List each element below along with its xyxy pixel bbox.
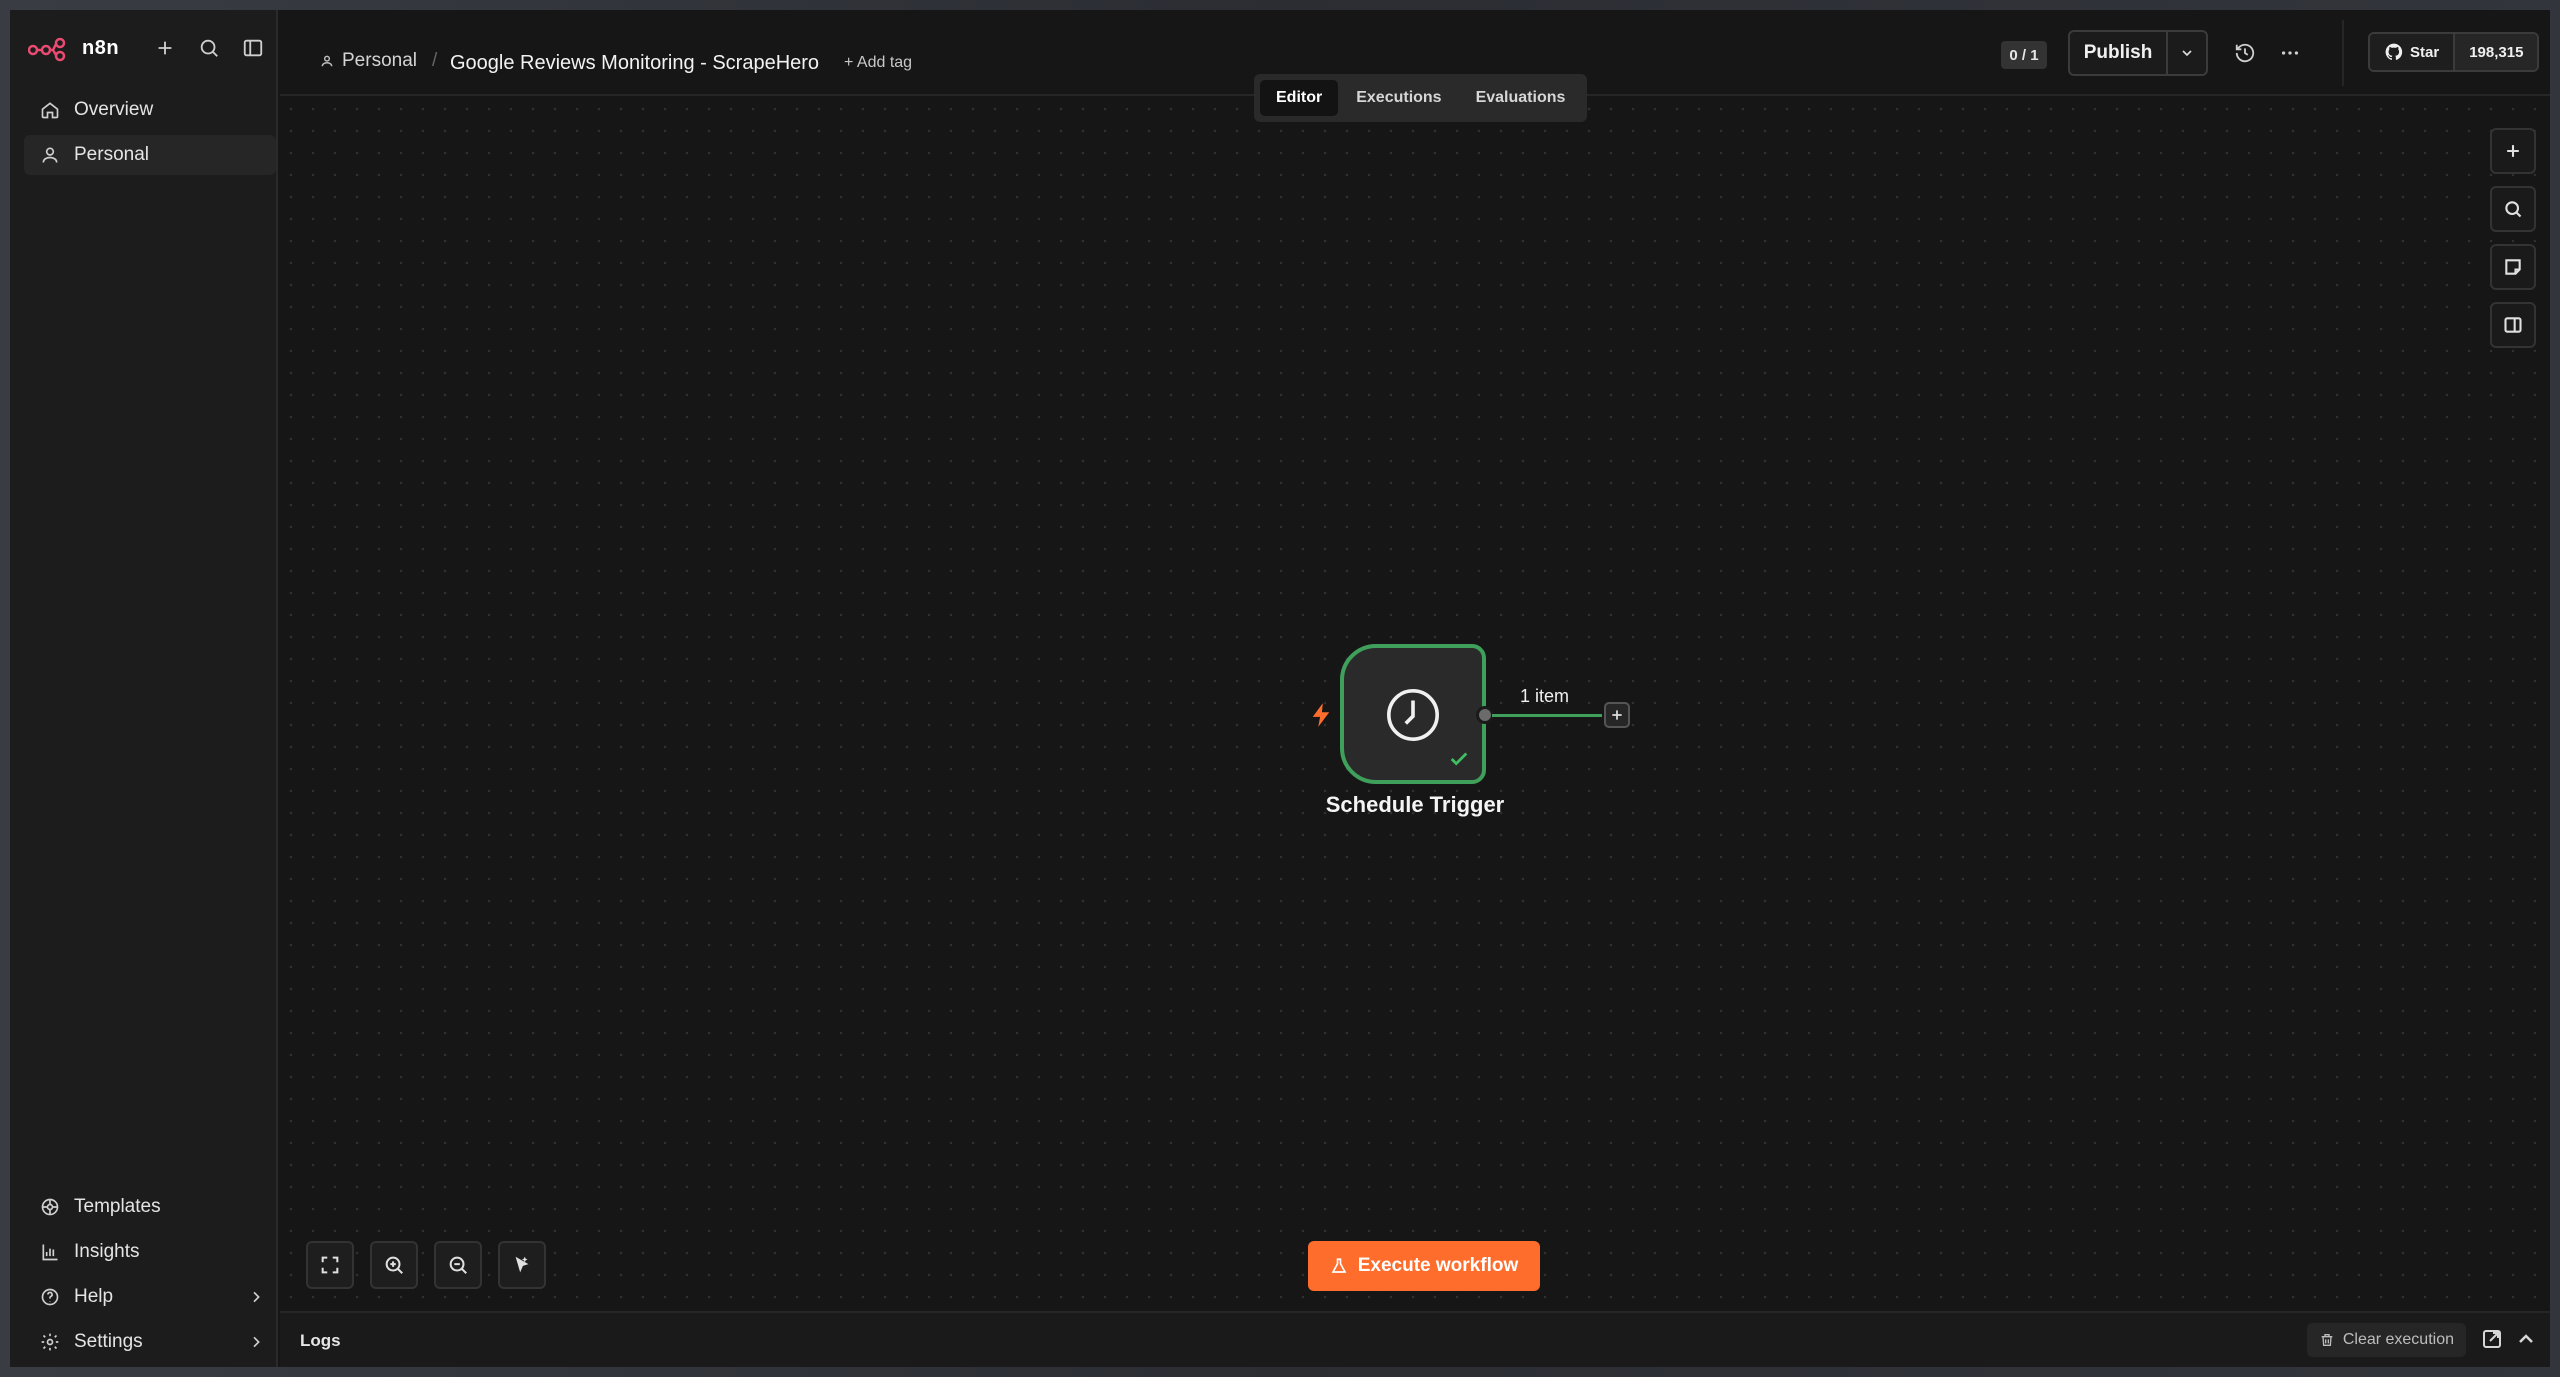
sidebar-item-label: Settings — [74, 1331, 143, 1352]
plus-icon — [1612, 710, 1622, 720]
tab-evaluations[interactable]: Evaluations — [1460, 80, 1582, 116]
sidebar-item-personal[interactable]: Personal — [24, 135, 276, 175]
tab-editor[interactable]: Editor — [1260, 80, 1339, 116]
sidebar-item-label: Personal — [74, 144, 149, 165]
publish-button[interactable]: Publish — [2070, 42, 2166, 64]
sidebar-item-templates[interactable]: Templates — [24, 1187, 276, 1227]
add-next-node-button[interactable] — [1604, 702, 1630, 728]
tidy-up-icon[interactable] — [498, 1241, 546, 1289]
sidebar-item-label: Overview — [74, 99, 154, 120]
add-node-icon[interactable] — [2490, 128, 2536, 174]
output-connection-line — [1492, 714, 1602, 717]
collapse-sidebar-icon[interactable] — [238, 33, 268, 63]
sidebar-item-overview[interactable]: Overview — [24, 90, 276, 130]
github-star-count: 198,315 — [2453, 34, 2538, 70]
search-nodes-icon[interactable] — [2490, 186, 2536, 232]
pop-out-panel-icon[interactable] — [2480, 1327, 2504, 1351]
user-icon — [42, 147, 58, 163]
workflow-name[interactable]: Google Reviews Monitoring - ScrapeHero — [450, 52, 819, 75]
connection-item-count: 1 item — [1520, 686, 1570, 706]
header-divider — [2342, 20, 2344, 86]
publish-button-group: Publish — [2068, 30, 2208, 76]
chevron-up-icon[interactable] — [2514, 1327, 2538, 1351]
github-icon — [2385, 43, 2403, 60]
breadcrumb-separator: / — [432, 50, 438, 71]
logs-title: Logs — [300, 1331, 341, 1350]
sidebar-header: n8n — [28, 28, 268, 68]
sidebar-item-insights[interactable]: Insights — [24, 1232, 276, 1272]
node-label: Schedule Trigger — [1325, 792, 1505, 817]
publish-dropdown[interactable] — [2166, 32, 2206, 74]
trash-icon — [2321, 1334, 2333, 1346]
logs-panel-bar[interactable]: Logs Clear execution — [280, 1311, 2550, 1367]
toggle-panel-icon[interactable] — [2490, 302, 2536, 348]
flask-icon — [1331, 1258, 1347, 1273]
success-check-icon — [1450, 752, 1468, 766]
chevron-right-icon — [253, 1291, 260, 1303]
home-icon — [41, 102, 59, 119]
breadcrumb-project-label: Personal — [342, 50, 417, 71]
more-options-icon[interactable] — [2275, 38, 2305, 68]
history-icon[interactable] — [2230, 38, 2260, 68]
execute-workflow-button[interactable]: Execute workflow — [1308, 1241, 1540, 1291]
chevron-down-icon — [2182, 50, 2192, 57]
trigger-bolt-icon — [1312, 703, 1330, 727]
sticky-note-icon[interactable] — [2490, 244, 2536, 290]
canvas-right-toolbar — [2490, 128, 2536, 348]
workflow-canvas[interactable]: Schedule Trigger 1 item Execute workflow — [280, 98, 2550, 1311]
n8n-logo[interactable]: n8n — [28, 34, 119, 62]
gear-icon — [41, 1333, 59, 1351]
breadcrumb-project[interactable]: Personal — [320, 50, 417, 72]
schedule-trigger-node[interactable] — [1340, 644, 1486, 784]
sidebar-item-label: Help — [74, 1286, 114, 1307]
view-tabs: Editor Executions Evaluations — [1254, 74, 1588, 122]
zoom-controls — [306, 1241, 546, 1289]
github-star-button[interactable]: Star 198,315 — [2368, 32, 2540, 72]
window-frame: n8n Overview Personal Templates Insights… — [0, 0, 2560, 1377]
search-icon[interactable] — [194, 33, 224, 63]
tab-executions[interactable]: Executions — [1340, 80, 1457, 116]
sidebar-item-settings[interactable]: Settings — [24, 1322, 276, 1362]
clock-icon — [1387, 689, 1439, 741]
sidebar-item-label: Insights — [74, 1241, 140, 1262]
user-icon — [321, 55, 333, 67]
execute-workflow-label: Execute workflow — [1357, 1255, 1519, 1276]
clear-execution-button[interactable]: Clear execution — [2306, 1323, 2466, 1357]
help-circle-icon — [41, 1288, 59, 1306]
add-tag-button[interactable]: + Add tag — [844, 54, 912, 72]
create-plus-icon[interactable] — [150, 33, 180, 63]
sidebar-item-help[interactable]: Help — [24, 1277, 276, 1317]
zoom-in-icon[interactable] — [370, 1241, 418, 1289]
app-window: n8n Overview Personal Templates Insights… — [10, 10, 2550, 1367]
n8n-logo-icon — [28, 37, 66, 62]
clear-execution-label: Clear execution — [2342, 1331, 2454, 1348]
active-workflow-counter: 0 / 1 — [2001, 41, 2047, 69]
brand-name: n8n — [82, 36, 120, 59]
chevron-right-icon — [253, 1336, 260, 1348]
sidebar-item-label: Templates — [74, 1196, 161, 1217]
bar-chart-icon — [42, 1244, 58, 1261]
zoom-out-icon[interactable] — [434, 1241, 482, 1289]
github-star-label: Star — [2410, 43, 2440, 61]
sidebar: n8n Overview Personal Templates Insights… — [10, 10, 278, 1367]
zoom-to-fit-icon[interactable] — [306, 1241, 354, 1289]
templates-icon — [41, 1198, 59, 1216]
